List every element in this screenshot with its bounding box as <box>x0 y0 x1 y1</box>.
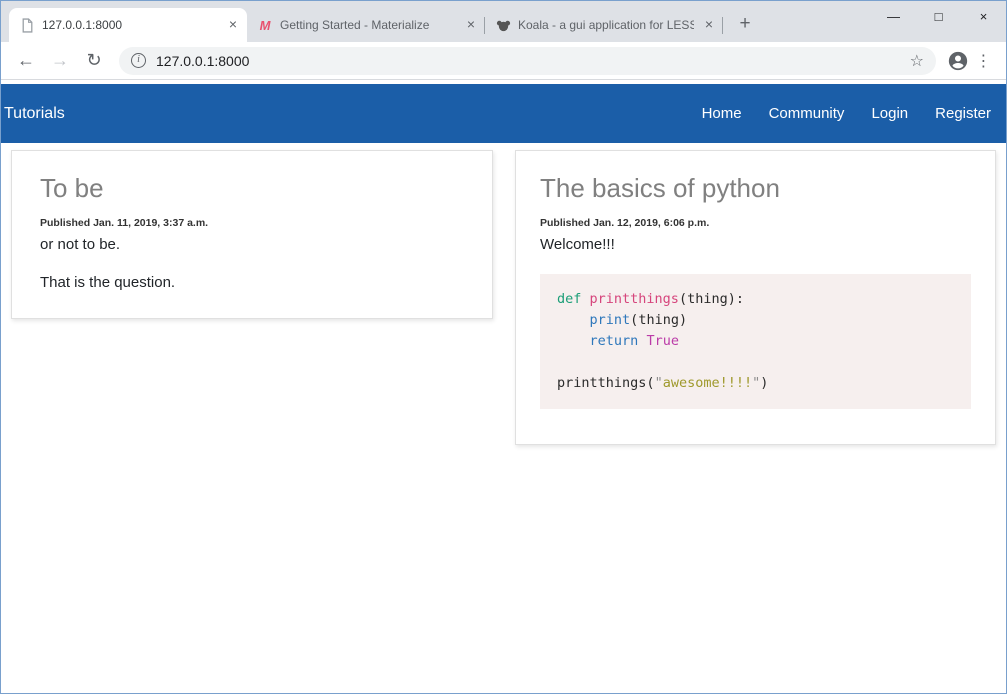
post-paragraph: or not to be. <box>40 236 464 253</box>
code-line: def printthings(thing): <box>557 289 954 310</box>
page-icon <box>19 17 35 33</box>
post-paragraph: That is the question. <box>40 274 464 291</box>
close-icon[interactable]: × <box>225 17 241 33</box>
nav-link-community[interactable]: Community <box>769 105 845 122</box>
code-token: printthings <box>590 291 679 307</box>
koala-icon <box>495 17 511 33</box>
page-content: To be Published Jan. 11, 2019, 3:37 a.m.… <box>1 143 1006 693</box>
nav-links: Home Community Login Register <box>702 105 991 122</box>
brand-link[interactable]: Tutorials <box>4 105 65 123</box>
code-line: printthings("awesome!!!!") <box>557 373 954 394</box>
code-token: " <box>655 375 663 391</box>
profile-avatar-icon[interactable] <box>944 50 972 72</box>
code-token: def <box>557 291 590 307</box>
post-title: To be <box>40 173 464 204</box>
code-block: def printthings(thing): print(thing) ret… <box>540 274 971 409</box>
bookmark-star-icon[interactable]: ☆ <box>910 51 924 71</box>
close-icon[interactable]: × <box>463 17 479 33</box>
nav-link-home[interactable]: Home <box>702 105 742 122</box>
info-icon[interactable]: i <box>131 53 146 68</box>
code-token: ( <box>679 291 687 307</box>
tab-title: Getting Started - Materialize <box>280 18 456 32</box>
close-icon[interactable]: × <box>701 17 717 33</box>
code-token: ( <box>646 375 654 391</box>
post-card: To be Published Jan. 11, 2019, 3:37 a.m.… <box>11 150 493 319</box>
post-card: The basics of python Published Jan. 12, … <box>515 150 996 445</box>
post-title: The basics of python <box>540 173 971 204</box>
site-navbar: Tutorials Home Community Login Register <box>1 84 1006 143</box>
code-line: return True <box>557 331 954 352</box>
maximize-button[interactable]: □ <box>916 1 961 31</box>
code-token: return <box>590 333 639 349</box>
code-token: printthings <box>557 375 646 391</box>
browser-toolbar: ← → ↻ i 127.0.0.1:8000 ☆ ⋮ <box>1 42 1006 80</box>
nav-link-login[interactable]: Login <box>871 105 908 122</box>
browser-window: 127.0.0.1:8000 × M Getting Started - Mat… <box>0 0 1007 694</box>
tab-koala[interactable]: Koala - a gui application for LESS × <box>485 8 723 42</box>
tab-title: 127.0.0.1:8000 <box>42 18 218 32</box>
window-controls: — □ × <box>871 1 1006 31</box>
new-tab-button[interactable]: + <box>731 10 759 38</box>
minimize-button[interactable]: — <box>871 1 916 31</box>
address-bar[interactable]: i 127.0.0.1:8000 ☆ <box>119 47 936 75</box>
code-token: ) <box>679 312 687 328</box>
reload-button[interactable]: ↻ <box>77 50 111 71</box>
post-published: Published Jan. 12, 2019, 6:06 p.m. <box>540 217 971 229</box>
post-published: Published Jan. 11, 2019, 3:37 a.m. <box>40 217 464 229</box>
browser-menu-icon[interactable]: ⋮ <box>972 51 996 71</box>
code-token: thing <box>638 312 679 328</box>
forward-button[interactable]: → <box>43 50 77 71</box>
materialize-icon: M <box>257 17 273 33</box>
url-text[interactable]: 127.0.0.1:8000 <box>156 53 249 69</box>
code-token <box>557 333 590 349</box>
tab-strip: 127.0.0.1:8000 × M Getting Started - Mat… <box>1 1 1006 42</box>
tab-materialize[interactable]: M Getting Started - Materialize × <box>247 8 485 42</box>
code-token: awesome!!!! <box>663 375 752 391</box>
nav-link-register[interactable]: Register <box>935 105 991 122</box>
window-close-button[interactable]: × <box>961 1 1006 31</box>
tab-local-server[interactable]: 127.0.0.1:8000 × <box>9 8 247 42</box>
code-token: ): <box>728 291 744 307</box>
post-body: or not to be. That is the question. <box>40 236 464 291</box>
code-token: thing <box>687 291 728 307</box>
code-token: print <box>590 312 631 328</box>
code-token: ) <box>760 375 768 391</box>
post-paragraph: Welcome!!! <box>540 236 971 253</box>
code-line <box>557 352 954 373</box>
tab-title: Koala - a gui application for LESS <box>518 18 694 32</box>
back-button[interactable]: ← <box>9 50 43 71</box>
code-line: print(thing) <box>557 310 954 331</box>
code-token <box>557 312 590 328</box>
code-token: True <box>646 333 679 349</box>
